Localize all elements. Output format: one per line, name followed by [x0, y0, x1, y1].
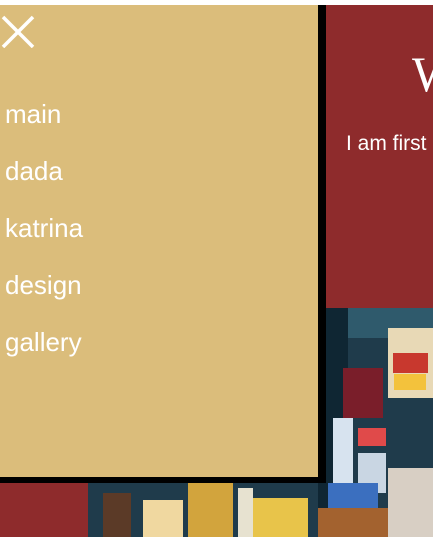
hero-heading: W [412, 49, 433, 99]
close-icon[interactable] [0, 12, 36, 49]
nav-link-main[interactable]: main [5, 101, 61, 127]
nav-link-design[interactable]: design [5, 272, 82, 298]
nav-link-dada[interactable]: dada [5, 158, 63, 184]
nav-link-katrina[interactable]: katrina [5, 215, 83, 241]
hero-text: I am first [346, 132, 427, 155]
nav-link-gallery[interactable]: gallery [5, 329, 82, 355]
navigation-drawer: main dada katrina design gallery [0, 5, 326, 483]
